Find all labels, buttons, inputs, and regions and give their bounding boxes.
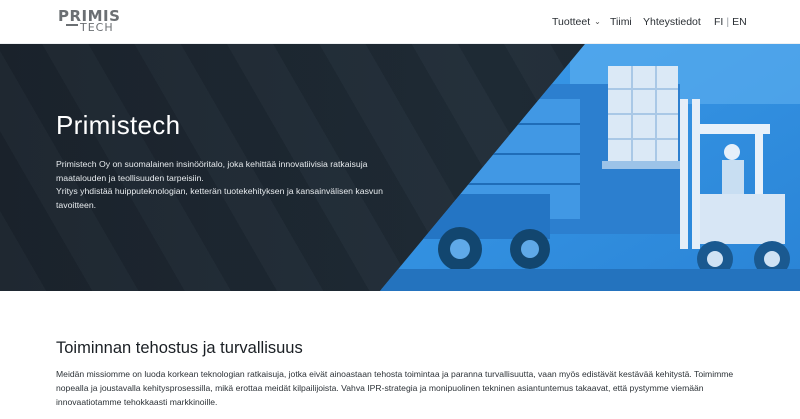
hero-banner: Primistech Primistech Oy on suomalainen … — [0, 44, 800, 291]
hero-title: Primistech — [56, 110, 181, 140]
logo-underline-mark — [66, 24, 78, 26]
nav-team-label: Tiimi — [610, 16, 632, 28]
hero-paragraph-1: Primistech Oy on suomalainen insinöörita… — [56, 159, 368, 183]
hero-paragraph-2: Yritys yhdistää huipputeknologian, kette… — [56, 186, 383, 210]
section-title: Toiminnan tehostus ja turvallisuus — [56, 339, 303, 357]
hero-description: Primistech Oy on suomalainen insinöörita… — [56, 158, 416, 212]
chevron-down-icon: ⌄ — [594, 16, 601, 26]
lang-fi-link[interactable]: FI — [714, 16, 723, 28]
primistech-logo[interactable]: PRIMIS TECH — [58, 9, 132, 35]
nav-contact-label: Yhteystiedot — [643, 16, 701, 28]
hero-forklift-truck-image — [380, 44, 800, 291]
language-switcher: FI | EN — [714, 0, 747, 44]
site-header: PRIMIS TECH Tuotteet ⌄ Tiimi Yhteystiedo… — [0, 0, 800, 44]
nav-products-label: Tuotteet — [552, 16, 591, 28]
section-body-text: Meidän missiomme on luoda korkean teknol… — [56, 369, 734, 407]
nav-item-products[interactable]: Tuotteet ⌄ — [552, 0, 601, 44]
nav-item-team[interactable]: Tiimi — [610, 0, 632, 44]
nav-item-contact[interactable]: Yhteystiedot — [643, 0, 701, 44]
lang-separator: | — [726, 16, 730, 28]
lang-en-link[interactable]: EN — [732, 16, 747, 28]
logo-wordmark-bottom: TECH — [80, 21, 114, 34]
